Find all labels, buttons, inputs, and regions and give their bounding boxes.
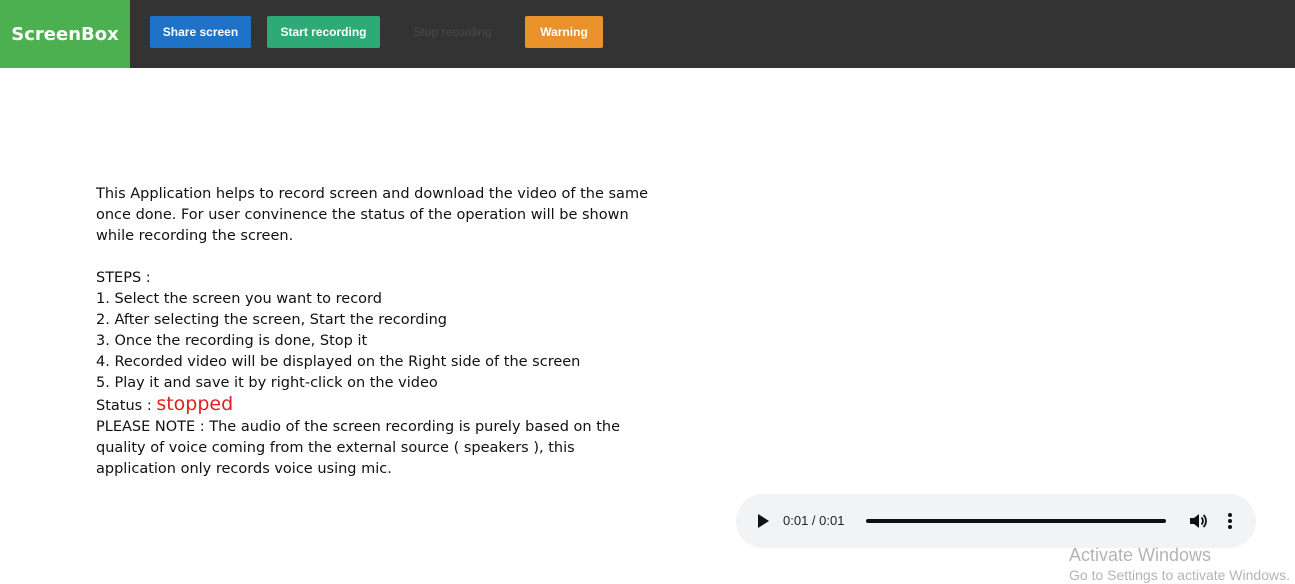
step-item: 4. Recorded video will be displayed on t… (96, 354, 581, 370)
share-screen-button[interactable]: Share screen (150, 16, 251, 48)
watermark-title: Activate Windows (1069, 545, 1212, 565)
audio-player[interactable]: 0:01 / 0:01 (736, 494, 1256, 548)
status-label: Status : (96, 398, 152, 414)
warning-button[interactable]: Warning (525, 16, 603, 48)
step-item: 2. After selecting the screen, Start the… (96, 312, 447, 328)
status-line: Status : stopped (96, 394, 656, 417)
stop-recording-button[interactable]: Stop recording (396, 16, 509, 48)
please-note: PLEASE NOTE : The audio of the screen re… (96, 419, 620, 477)
play-icon[interactable] (758, 514, 769, 528)
watermark-subtitle: Go to Settings to activate Windows. (1069, 567, 1290, 583)
seek-bar[interactable] (866, 519, 1166, 523)
start-recording-button[interactable]: Start recording (267, 16, 380, 48)
more-options-icon[interactable] (1224, 511, 1236, 531)
instructions-panel: This Application helps to record screen … (96, 184, 656, 480)
step-item: 3. Once the recording is done, Stop it (96, 333, 368, 349)
volume-icon[interactable] (1188, 511, 1208, 531)
step-item: 5. Play it and save it by right-click on… (96, 375, 438, 391)
time-display: 0:01 / 0:01 (783, 513, 845, 528)
steps-title: STEPS : (96, 270, 151, 286)
top-navbar: ScreenBox Share screen Start recording S… (0, 0, 1295, 68)
status-value: stopped (156, 393, 234, 415)
step-item: 1. Select the screen you want to record (96, 291, 382, 307)
brand-logo[interactable]: ScreenBox (0, 0, 130, 68)
activate-windows-watermark: Activate Windows Go to Settings to activ… (1069, 544, 1290, 584)
app-description: This Application helps to record screen … (96, 186, 648, 244)
